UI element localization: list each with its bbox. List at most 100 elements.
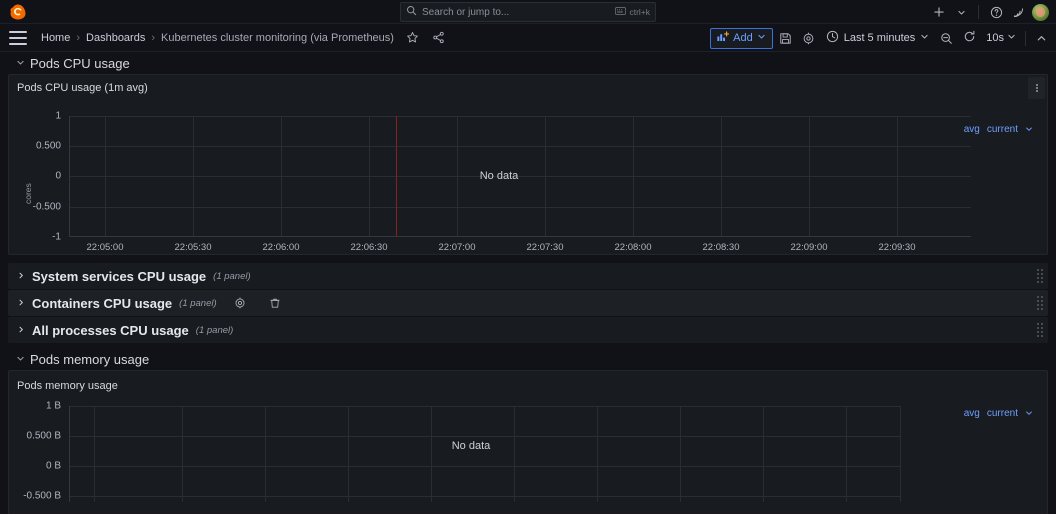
hamburger-menu-icon[interactable]: [9, 30, 27, 45]
chevron-down-icon: [920, 32, 929, 44]
legend-avg[interactable]: avg: [964, 408, 980, 419]
keyboard-icon: [615, 7, 627, 17]
gridline-v: [94, 406, 95, 502]
pods-memory-usage-chart[interactable]: 1 B 0.500 B 0 B -0.500 B No data avg cur…: [9, 392, 1047, 502]
gridline-h: [69, 146, 971, 147]
chevron-down-icon: [16, 58, 25, 69]
row-all-processes-cpu-usage[interactable]: All processes CPU usage (1 panel): [8, 317, 1048, 343]
row-panel-count: (1 panel): [195, 324, 234, 336]
avatar[interactable]: [1030, 2, 1050, 22]
panel-title: Pods memory usage: [17, 380, 118, 392]
row-title: Pods memory usage: [30, 351, 150, 367]
no-data-message: No data: [479, 170, 519, 182]
dashboard-toolbar: Home › Dashboards › Kubernetes cluster m…: [0, 24, 1056, 52]
breadcrumb-home[interactable]: Home: [41, 32, 70, 44]
row-containers-cpu-usage[interactable]: Containers CPU usage (1 panel): [8, 290, 1048, 316]
chevron-right-icon: [17, 325, 25, 336]
gridline-v: [348, 406, 349, 502]
x-tick: 22:05:30: [174, 242, 212, 253]
y-tick: -1: [52, 231, 61, 243]
panel-pods-cpu-usage: Pods CPU usage (1m avg) cores 1 0.500 0 …: [8, 74, 1048, 255]
row-title: All processes CPU usage: [32, 322, 189, 338]
no-data-message: No data: [451, 440, 491, 452]
gridline-v: [193, 116, 194, 237]
refresh-dashboard-button[interactable]: [959, 28, 980, 49]
row-drag-handle[interactable]: [1037, 296, 1043, 310]
breadcrumb-current-dashboard: Kubernetes cluster monitoring (via Prome…: [161, 31, 394, 44]
x-tick: 22:06:00: [262, 242, 300, 253]
chevron-down-icon: [1007, 32, 1016, 44]
rss-icon[interactable]: [1008, 2, 1028, 22]
gridline-h: [69, 436, 901, 437]
row-panel-count: (1 panel): [213, 270, 251, 282]
search-icon: [406, 3, 417, 21]
x-tick: 22:05:00: [86, 242, 124, 253]
grafana-logo-icon[interactable]: [0, 3, 27, 21]
star-icon[interactable]: [405, 30, 420, 45]
legend-current[interactable]: current: [987, 408, 1018, 419]
help-circle-icon[interactable]: [986, 2, 1006, 22]
refresh-icon: [963, 30, 976, 46]
save-dashboard-button[interactable]: [775, 28, 796, 49]
panel-pods-memory-usage: Pods memory usage 1 B 0.500 B 0 B -0.500…: [8, 370, 1048, 514]
plus-icon[interactable]: [929, 2, 949, 22]
y-axis-line: [69, 406, 70, 502]
x-tick: 22:08:30: [702, 242, 740, 253]
x-tick: 22:06:30: [350, 242, 388, 253]
share-nodes-icon[interactable]: [431, 30, 446, 45]
gridline-v: [431, 406, 432, 502]
chevron-down-icon[interactable]: [951, 2, 971, 22]
x-axis-line: [69, 236, 971, 237]
row-header-pods-memory-usage[interactable]: Pods memory usage: [0, 348, 1056, 370]
dashboard-settings-button[interactable]: [798, 28, 819, 49]
gridline-v: [846, 406, 847, 502]
chevron-down-icon[interactable]: [1025, 125, 1033, 135]
refresh-interval-label: 10s: [986, 32, 1004, 44]
legend-current[interactable]: current: [987, 124, 1018, 135]
gridline-v: [680, 406, 681, 502]
row-delete-trash-icon[interactable]: [267, 295, 283, 311]
top-navigation-bar: Search or jump to... ctrl+k: [0, 0, 1056, 24]
gridline-v: [265, 406, 266, 502]
chevron-down-icon[interactable]: [1025, 409, 1033, 419]
gridline-h: [69, 176, 971, 177]
y-tick: 1 B: [45, 400, 61, 412]
row-title: Containers CPU usage: [32, 295, 173, 311]
y-tick: 0.500 B: [26, 430, 61, 442]
zoom-out-time-range-button[interactable]: [936, 28, 957, 49]
divider: [978, 5, 979, 19]
row-header-pods-cpu-usage[interactable]: Pods CPU usage: [0, 52, 1056, 74]
dashboard-toolbar-actions: Add Last 5 minutes 10s: [710, 24, 1052, 52]
pods-cpu-usage-chart[interactable]: cores 1 0.500 0 -0.500 -1 No data 22:05:…: [9, 94, 1047, 253]
collapse-toolbar-button[interactable]: [1031, 28, 1052, 49]
add-panel-button[interactable]: Add: [710, 27, 773, 49]
time-range-picker[interactable]: Last 5 minutes: [821, 28, 935, 49]
panel-add-icon: [717, 31, 730, 45]
x-tick: 22:09:30: [878, 242, 916, 253]
clock-icon: [826, 30, 839, 46]
gridline-v: [457, 116, 458, 237]
row-title: System services CPU usage: [32, 268, 207, 284]
y-tick: 0 B: [45, 460, 61, 472]
x-tick: 22:09:00: [790, 242, 828, 253]
row-drag-handle[interactable]: [1037, 323, 1043, 337]
breadcrumb-separator-2: ›: [151, 31, 156, 44]
search-placeholder: Search or jump to...: [422, 6, 510, 18]
gridline-v: [281, 116, 282, 237]
row-settings-gear-icon[interactable]: [232, 295, 248, 311]
chevron-right-icon: [17, 298, 25, 309]
row-system-services-cpu-usage[interactable]: System services CPU usage (1 panel): [8, 263, 1048, 289]
x-tick: 22:07:30: [526, 242, 564, 253]
gridline-h: [69, 207, 971, 208]
refresh-interval-picker[interactable]: 10s: [982, 28, 1020, 49]
legend-avg[interactable]: avg: [964, 124, 980, 135]
chart-legend[interactable]: avg current: [964, 408, 1033, 419]
breadcrumb-dashboards[interactable]: Dashboards: [86, 32, 145, 44]
chart-legend[interactable]: avg current: [964, 124, 1033, 135]
gridline-v: [182, 406, 183, 502]
row-drag-handle[interactable]: [1037, 269, 1043, 283]
search-input[interactable]: Search or jump to... ctrl+k: [400, 2, 656, 22]
breadcrumb: Home › Dashboards › Kubernetes cluster m…: [41, 30, 446, 45]
gridline-v: [597, 406, 598, 502]
gridline-v: [633, 116, 634, 237]
